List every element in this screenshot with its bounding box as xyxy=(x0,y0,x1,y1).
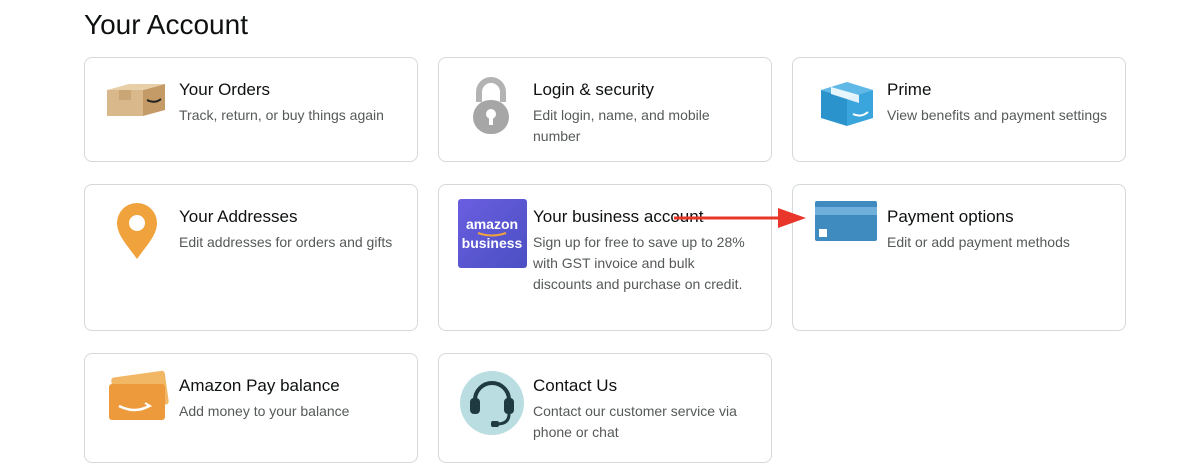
card-title: Login & security xyxy=(533,80,654,99)
location-pin-icon xyxy=(105,197,175,267)
card-payment-options[interactable]: Payment options Edit or add payment meth… xyxy=(792,184,1126,331)
card-description: Add money to your balance xyxy=(179,403,350,419)
card-prime[interactable]: Prime View benefits and payment settings xyxy=(792,57,1126,162)
card-your-addresses[interactable]: Your Addresses Edit addresses for orders… xyxy=(84,184,418,331)
card-description: Edit or add payment methods xyxy=(887,234,1070,250)
prime-box-icon xyxy=(813,70,883,140)
card-description: Contact our customer service via phone o… xyxy=(533,403,737,440)
card-login-security[interactable]: Login & security Edit login, name, and m… xyxy=(438,57,772,162)
card-description: Track, return, or buy things again xyxy=(179,107,384,123)
headset-icon xyxy=(459,370,529,440)
card-contact-us[interactable]: Contact Us Contact our customer service … xyxy=(438,353,772,463)
page-title: Your Account xyxy=(84,9,248,40)
logo-text-amazon: amazon xyxy=(466,216,518,232)
card-your-orders[interactable]: Your Orders Track, return, or buy things… xyxy=(84,57,418,162)
card-description: Edit addresses for orders and gifts xyxy=(179,234,393,250)
card-description: View benefits and payment settings xyxy=(887,107,1107,123)
card-title: Payment options xyxy=(887,207,1014,226)
card-amazon-pay-balance[interactable]: Amazon Pay balance Add money to your bal… xyxy=(84,353,418,463)
lock-icon xyxy=(459,70,529,140)
card-description: Edit login, name, and mobile number xyxy=(533,107,710,144)
card-title: Your Orders xyxy=(179,80,271,99)
card-title: Prime xyxy=(887,80,932,99)
card-description: Sign up for free to save up to 28% with … xyxy=(533,234,745,292)
amazon-business-logo: amazon business xyxy=(458,199,528,269)
card-title: Contact Us xyxy=(533,376,618,395)
amazon-pay-card-icon xyxy=(105,366,175,436)
logo-text-business: business xyxy=(462,235,523,251)
card-title: Your Addresses xyxy=(179,207,298,226)
package-box-icon xyxy=(105,70,175,140)
credit-card-icon xyxy=(815,199,885,269)
card-title: Amazon Pay balance xyxy=(179,376,340,395)
annotation-arrow-icon xyxy=(674,208,806,228)
